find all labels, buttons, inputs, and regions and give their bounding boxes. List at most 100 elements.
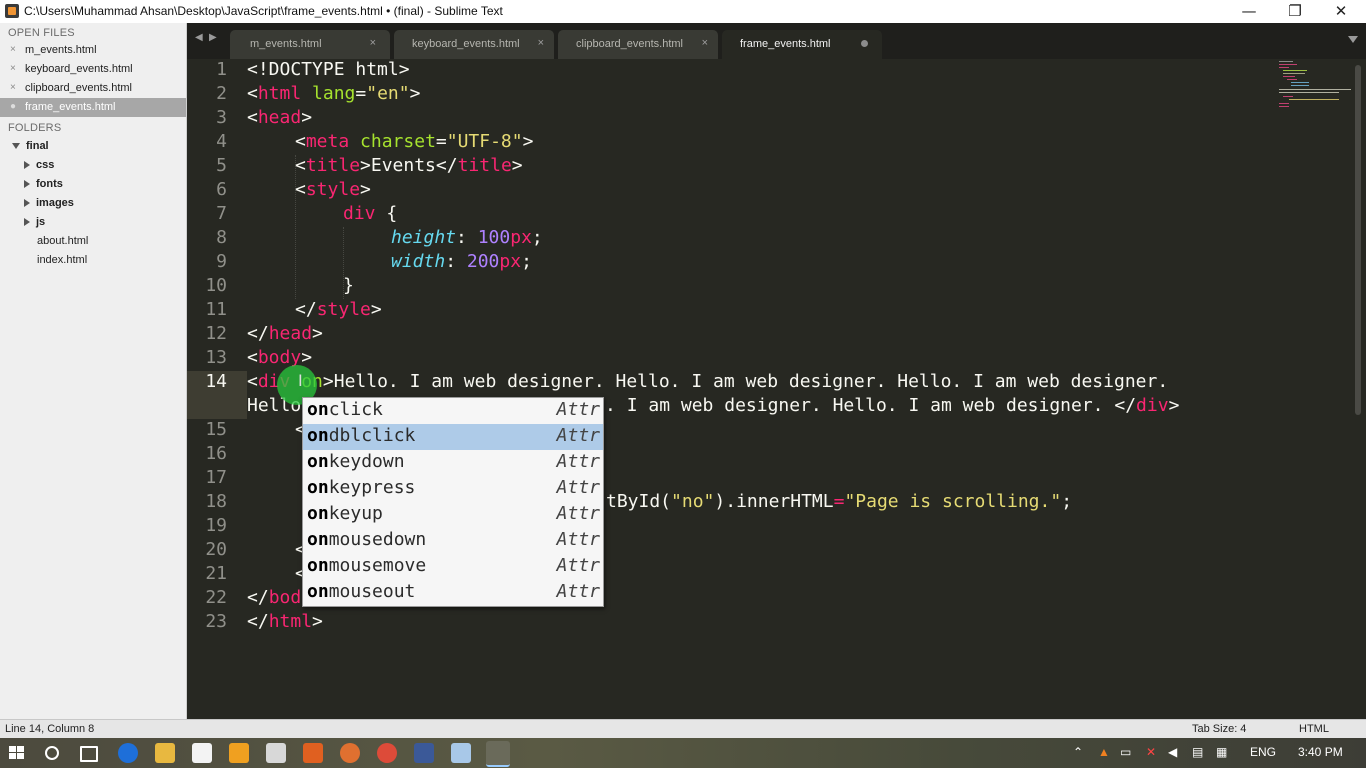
tab-close-icon[interactable]: × (538, 37, 544, 49)
line-number: 18 (205, 491, 227, 512)
code-line: div { (343, 203, 398, 224)
file-index[interactable]: index.html (37, 254, 87, 273)
unsaved-dot-icon[interactable]: ● (10, 101, 16, 112)
open-file-item[interactable]: × m_events.html (0, 41, 186, 60)
tab-size-selector[interactable]: Tab Size: 4 (1192, 723, 1246, 735)
clock[interactable]: 3:40 PM (1298, 745, 1343, 759)
open-file-item[interactable]: × clipboard_events.html (0, 79, 186, 98)
search-icon[interactable] (45, 746, 59, 760)
open-file-item[interactable]: × keyboard_events.html (0, 60, 186, 79)
task-view-icon[interactable] (80, 746, 98, 762)
autocomplete-item[interactable]: onkeyup Attr (303, 502, 603, 528)
input-language[interactable]: ENG (1250, 745, 1276, 759)
collapsed-arrow-icon (24, 161, 30, 170)
vlc-tray-icon[interactable]: ▲ (1098, 745, 1110, 759)
media-player-icon[interactable] (229, 743, 249, 763)
facebook-icon[interactable] (414, 743, 434, 763)
expanded-arrow-icon (12, 143, 20, 150)
text-cursor-icon: I (298, 371, 303, 390)
syntax-selector[interactable]: HTML (1299, 723, 1329, 735)
code-line: </head> (247, 323, 323, 344)
line-number: 7 (216, 203, 227, 224)
open-file-name: keyboard_events.html (25, 63, 133, 75)
close-file-icon[interactable]: × (10, 82, 16, 93)
line-number: 9 (216, 251, 227, 272)
file-about[interactable]: about.html (37, 235, 88, 254)
burn-app-icon[interactable] (340, 743, 360, 763)
collapsed-arrow-icon (24, 180, 30, 189)
status-bar: Line 14, Column 8 Tab Size: 4 HTML (0, 719, 1366, 739)
tab-next-icon[interactable]: ▶ (209, 32, 217, 43)
maximize-button[interactable]: ❐ (1272, 0, 1318, 23)
cursor-position: Line 14, Column 8 (5, 723, 95, 735)
volume-icon[interactable]: ◀ (1168, 745, 1177, 759)
autocomplete-item[interactable]: onkeydown Attr (303, 450, 603, 476)
code-line: <meta charset="UTF-8"> (295, 131, 534, 152)
file-explorer-icon[interactable] (155, 743, 175, 763)
folder-fonts[interactable]: fonts (24, 178, 63, 197)
video-editor-icon[interactable] (266, 743, 286, 763)
tab-close-icon[interactable]: × (370, 37, 376, 49)
autocomplete-item[interactable]: onmousedown Attr (303, 528, 603, 554)
autocomplete-item[interactable]: onmousemove Attr (303, 554, 603, 580)
unsaved-dot-icon[interactable] (861, 40, 868, 47)
close-file-icon[interactable]: × (10, 44, 16, 55)
line-number: 20 (205, 539, 227, 560)
windows-start-icon[interactable] (9, 746, 25, 760)
autocomplete-item[interactable]: onclick Attr (303, 398, 603, 424)
code-line: <title>Events</title> (295, 155, 523, 176)
collapsed-arrow-icon (24, 199, 30, 208)
tab-frame-events[interactable]: frame_events.html (722, 30, 882, 59)
edge-icon[interactable] (118, 743, 138, 763)
sublime-text-taskbar-icon[interactable] (486, 741, 510, 767)
code-line: </html> (247, 611, 323, 632)
battery-icon[interactable]: ▭ (1120, 745, 1131, 759)
autocomplete-item[interactable]: onmouseout Attr (303, 580, 603, 606)
windows-taskbar: ⌃ ▲ ▭ ✕ ◀ ▤ ▦ ENG 3:40 PM (0, 738, 1366, 768)
sublime-app-icon (5, 4, 19, 18)
autocomplete-item[interactable]: onkeypress Attr (303, 476, 603, 502)
folders-heading: FOLDERS (8, 122, 62, 134)
title-bar: C:\Users\Muhammad Ahsan\Desktop\JavaScri… (0, 0, 1366, 24)
line-number: 16 (205, 443, 227, 464)
minimize-button[interactable]: — (1226, 0, 1272, 23)
code-editor[interactable]: 1 2 3 4 5 6 7 8 9 10 11 12 13 14 15 16 1… (187, 59, 1366, 719)
tab-prev-icon[interactable]: ◀ (195, 32, 203, 43)
code-line: </style> (295, 299, 382, 320)
line-number: 4 (216, 131, 227, 152)
open-file-name: m_events.html (25, 44, 97, 56)
keyboard-icon[interactable]: ▦ (1216, 745, 1227, 759)
folder-css[interactable]: css (24, 159, 54, 178)
tab-close-icon[interactable]: × (702, 37, 708, 49)
close-file-icon[interactable]: × (10, 63, 16, 74)
tray-chevron-icon[interactable]: ⌃ (1073, 745, 1083, 759)
tab-menu-icon[interactable] (1348, 36, 1358, 43)
folder-root[interactable]: final (12, 140, 49, 159)
message-icon[interactable]: ▤ (1192, 745, 1203, 759)
minimap[interactable] (1279, 59, 1351, 111)
autocomplete-item-selected[interactable]: ondblclick Attr (303, 424, 603, 450)
code-line: <head> (247, 107, 313, 128)
window-title: C:\Users\Muhammad Ahsan\Desktop\JavaScri… (24, 4, 503, 18)
tab-clipboard-events[interactable]: clipboard_events.html × (558, 30, 718, 59)
network-icon[interactable]: ✕ (1146, 745, 1156, 759)
collapsed-arrow-icon (24, 218, 30, 227)
folder-images[interactable]: images (24, 197, 74, 216)
notes-app-icon[interactable] (451, 743, 471, 763)
line-number: 1 (216, 59, 227, 80)
store-icon[interactable] (192, 743, 212, 763)
tab-keyboard-events[interactable]: keyboard_events.html × (394, 30, 554, 59)
code-line: width: 200px; (391, 251, 532, 272)
chrome-icon[interactable] (377, 743, 397, 763)
code-line: } (343, 275, 354, 296)
line-number: 3 (216, 107, 227, 128)
autocomplete-popup[interactable]: onclick Attr ondblclick Attr onkeydown A… (302, 397, 604, 607)
open-file-name: clipboard_events.html (25, 82, 133, 94)
tab-m-events[interactable]: m_events.html × (230, 30, 390, 59)
folder-js[interactable]: js (24, 216, 45, 235)
open-file-item-active[interactable]: ● frame_events.html (0, 98, 186, 117)
firefox-icon[interactable] (303, 743, 323, 763)
indent-guide (295, 155, 296, 299)
vertical-scrollbar[interactable] (1355, 65, 1361, 415)
close-button[interactable]: ✕ (1318, 0, 1364, 23)
